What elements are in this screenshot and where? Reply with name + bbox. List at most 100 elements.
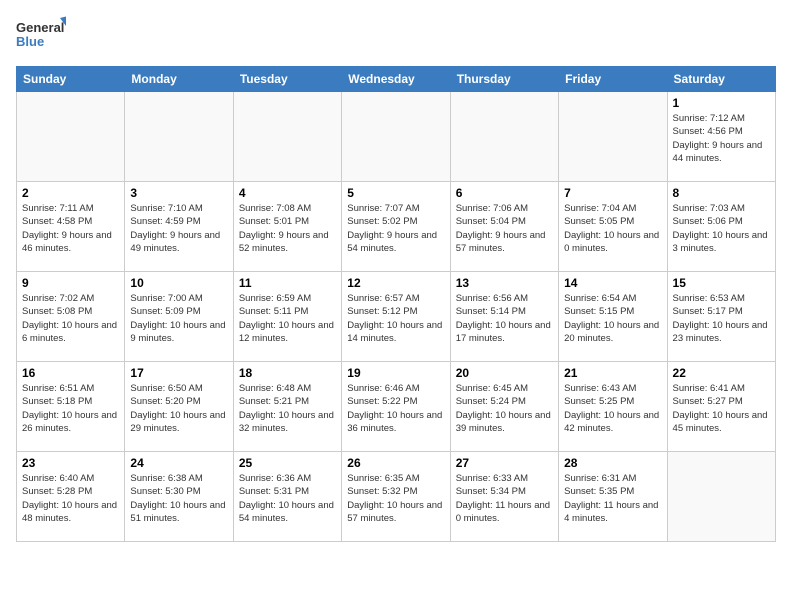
day-info: Sunrise: 7:08 AM Sunset: 5:01 PM Dayligh… xyxy=(239,202,336,255)
calendar-cell: 16 Sunrise: 6:51 AM Sunset: 5:18 PM Dayli… xyxy=(17,362,125,452)
calendar-header-row: SundayMondayTuesdayWednesdayThursdayFrid… xyxy=(17,67,776,92)
calendar-cell: 2 Sunrise: 7:11 AM Sunset: 4:58 PM Daylig… xyxy=(17,182,125,272)
calendar-cell: 14 Sunrise: 6:54 AM Sunset: 5:15 PM Dayli… xyxy=(559,272,667,362)
day-info: Sunrise: 7:10 AM Sunset: 4:59 PM Dayligh… xyxy=(130,202,227,255)
calendar-cell xyxy=(559,92,667,182)
logo: General Blue xyxy=(16,16,66,58)
col-header-friday: Friday xyxy=(559,67,667,92)
day-number: 26 xyxy=(347,456,444,470)
calendar-cell: 27 Sunrise: 6:33 AM Sunset: 5:34 PM Dayli… xyxy=(450,452,558,542)
day-info: Sunrise: 6:56 AM Sunset: 5:14 PM Dayligh… xyxy=(456,292,553,345)
calendar-cell: 12 Sunrise: 6:57 AM Sunset: 5:12 PM Dayli… xyxy=(342,272,450,362)
day-number: 2 xyxy=(22,186,119,200)
day-number: 1 xyxy=(673,96,770,110)
day-number: 12 xyxy=(347,276,444,290)
day-info: Sunrise: 6:40 AM Sunset: 5:28 PM Dayligh… xyxy=(22,472,119,525)
calendar-week-row: 1 Sunrise: 7:12 AM Sunset: 4:56 PM Daylig… xyxy=(17,92,776,182)
day-number: 22 xyxy=(673,366,770,380)
day-number: 4 xyxy=(239,186,336,200)
col-header-tuesday: Tuesday xyxy=(233,67,341,92)
day-number: 24 xyxy=(130,456,227,470)
day-info: Sunrise: 6:31 AM Sunset: 5:35 PM Dayligh… xyxy=(564,472,661,525)
col-header-sunday: Sunday xyxy=(17,67,125,92)
calendar-table: SundayMondayTuesdayWednesdayThursdayFrid… xyxy=(16,66,776,542)
day-number: 17 xyxy=(130,366,227,380)
calendar-cell: 15Sunrise: 6:53 AM Sunset: 5:17 PM Dayli… xyxy=(667,272,775,362)
calendar-week-row: 16 Sunrise: 6:51 AM Sunset: 5:18 PM Dayli… xyxy=(17,362,776,452)
calendar-cell xyxy=(233,92,341,182)
day-info: Sunrise: 7:07 AM Sunset: 5:02 PM Dayligh… xyxy=(347,202,444,255)
day-info: Sunrise: 7:04 AM Sunset: 5:05 PM Dayligh… xyxy=(564,202,661,255)
calendar-cell: 17 Sunrise: 6:50 AM Sunset: 5:20 PM Dayli… xyxy=(125,362,233,452)
day-number: 5 xyxy=(347,186,444,200)
day-number: 23 xyxy=(22,456,119,470)
col-header-thursday: Thursday xyxy=(450,67,558,92)
day-info: Sunrise: 6:53 AM Sunset: 5:17 PM Dayligh… xyxy=(673,292,770,345)
day-number: 13 xyxy=(456,276,553,290)
calendar-cell: 23 Sunrise: 6:40 AM Sunset: 5:28 PM Dayli… xyxy=(17,452,125,542)
calendar-cell: 26Sunrise: 6:35 AM Sunset: 5:32 PM Dayli… xyxy=(342,452,450,542)
calendar-cell: 4 Sunrise: 7:08 AM Sunset: 5:01 PM Daylig… xyxy=(233,182,341,272)
day-number: 7 xyxy=(564,186,661,200)
day-info: Sunrise: 6:41 AM Sunset: 5:27 PM Dayligh… xyxy=(673,382,770,435)
calendar-cell: 1 Sunrise: 7:12 AM Sunset: 4:56 PM Daylig… xyxy=(667,92,775,182)
calendar-cell xyxy=(17,92,125,182)
day-number: 8 xyxy=(673,186,770,200)
calendar-cell: 20 Sunrise: 6:45 AM Sunset: 5:24 PM Dayli… xyxy=(450,362,558,452)
day-info: Sunrise: 6:50 AM Sunset: 5:20 PM Dayligh… xyxy=(130,382,227,435)
day-number: 25 xyxy=(239,456,336,470)
calendar-cell: 5 Sunrise: 7:07 AM Sunset: 5:02 PM Daylig… xyxy=(342,182,450,272)
day-number: 14 xyxy=(564,276,661,290)
day-number: 10 xyxy=(130,276,227,290)
day-number: 20 xyxy=(456,366,553,380)
calendar-cell: 24Sunrise: 6:38 AM Sunset: 5:30 PM Dayli… xyxy=(125,452,233,542)
day-number: 19 xyxy=(347,366,444,380)
day-info: Sunrise: 6:36 AM Sunset: 5:31 PM Dayligh… xyxy=(239,472,336,525)
day-info: Sunrise: 6:48 AM Sunset: 5:21 PM Dayligh… xyxy=(239,382,336,435)
calendar-cell: 11Sunrise: 6:59 AM Sunset: 5:11 PM Dayli… xyxy=(233,272,341,362)
calendar-cell: 19 Sunrise: 6:46 AM Sunset: 5:22 PM Dayli… xyxy=(342,362,450,452)
day-info: Sunrise: 6:57 AM Sunset: 5:12 PM Dayligh… xyxy=(347,292,444,345)
page-header: General Blue xyxy=(16,16,776,58)
calendar-cell: 13 Sunrise: 6:56 AM Sunset: 5:14 PM Dayli… xyxy=(450,272,558,362)
day-info: Sunrise: 6:33 AM Sunset: 5:34 PM Dayligh… xyxy=(456,472,553,525)
svg-text:General: General xyxy=(16,20,64,35)
day-info: Sunrise: 6:43 AM Sunset: 5:25 PM Dayligh… xyxy=(564,382,661,435)
day-number: 21 xyxy=(564,366,661,380)
svg-text:Blue: Blue xyxy=(16,34,44,49)
calendar-cell: 18 Sunrise: 6:48 AM Sunset: 5:21 PM Dayli… xyxy=(233,362,341,452)
logo-svg: General Blue xyxy=(16,16,66,58)
calendar-cell: 9 Sunrise: 7:02 AM Sunset: 5:08 PM Daylig… xyxy=(17,272,125,362)
day-number: 6 xyxy=(456,186,553,200)
day-number: 27 xyxy=(456,456,553,470)
calendar-cell: 8 Sunrise: 7:03 AM Sunset: 5:06 PM Daylig… xyxy=(667,182,775,272)
calendar-cell: 10 Sunrise: 7:00 AM Sunset: 5:09 PM Dayli… xyxy=(125,272,233,362)
calendar-week-row: 9 Sunrise: 7:02 AM Sunset: 5:08 PM Daylig… xyxy=(17,272,776,362)
calendar-cell: 25 Sunrise: 6:36 AM Sunset: 5:31 PM Dayli… xyxy=(233,452,341,542)
calendar-cell: 3 Sunrise: 7:10 AM Sunset: 4:59 PM Daylig… xyxy=(125,182,233,272)
day-info: Sunrise: 7:06 AM Sunset: 5:04 PM Dayligh… xyxy=(456,202,553,255)
day-number: 18 xyxy=(239,366,336,380)
calendar-cell xyxy=(450,92,558,182)
day-info: Sunrise: 7:03 AM Sunset: 5:06 PM Dayligh… xyxy=(673,202,770,255)
calendar-cell: 28Sunrise: 6:31 AM Sunset: 5:35 PM Dayli… xyxy=(559,452,667,542)
calendar-week-row: 2 Sunrise: 7:11 AM Sunset: 4:58 PM Daylig… xyxy=(17,182,776,272)
day-number: 16 xyxy=(22,366,119,380)
col-header-monday: Monday xyxy=(125,67,233,92)
day-number: 3 xyxy=(130,186,227,200)
day-number: 9 xyxy=(22,276,119,290)
day-info: Sunrise: 7:02 AM Sunset: 5:08 PM Dayligh… xyxy=(22,292,119,345)
day-info: Sunrise: 7:11 AM Sunset: 4:58 PM Dayligh… xyxy=(22,202,119,255)
calendar-cell: 7 Sunrise: 7:04 AM Sunset: 5:05 PM Daylig… xyxy=(559,182,667,272)
calendar-cell: 6 Sunrise: 7:06 AM Sunset: 5:04 PM Daylig… xyxy=(450,182,558,272)
day-info: Sunrise: 6:59 AM Sunset: 5:11 PM Dayligh… xyxy=(239,292,336,345)
calendar-week-row: 23 Sunrise: 6:40 AM Sunset: 5:28 PM Dayli… xyxy=(17,452,776,542)
day-info: Sunrise: 7:12 AM Sunset: 4:56 PM Dayligh… xyxy=(673,112,770,165)
calendar-cell: 21 Sunrise: 6:43 AM Sunset: 5:25 PM Dayli… xyxy=(559,362,667,452)
day-info: Sunrise: 6:51 AM Sunset: 5:18 PM Dayligh… xyxy=(22,382,119,435)
day-info: Sunrise: 6:54 AM Sunset: 5:15 PM Dayligh… xyxy=(564,292,661,345)
day-info: Sunrise: 7:00 AM Sunset: 5:09 PM Dayligh… xyxy=(130,292,227,345)
day-info: Sunrise: 6:46 AM Sunset: 5:22 PM Dayligh… xyxy=(347,382,444,435)
day-info: Sunrise: 6:45 AM Sunset: 5:24 PM Dayligh… xyxy=(456,382,553,435)
calendar-cell xyxy=(342,92,450,182)
